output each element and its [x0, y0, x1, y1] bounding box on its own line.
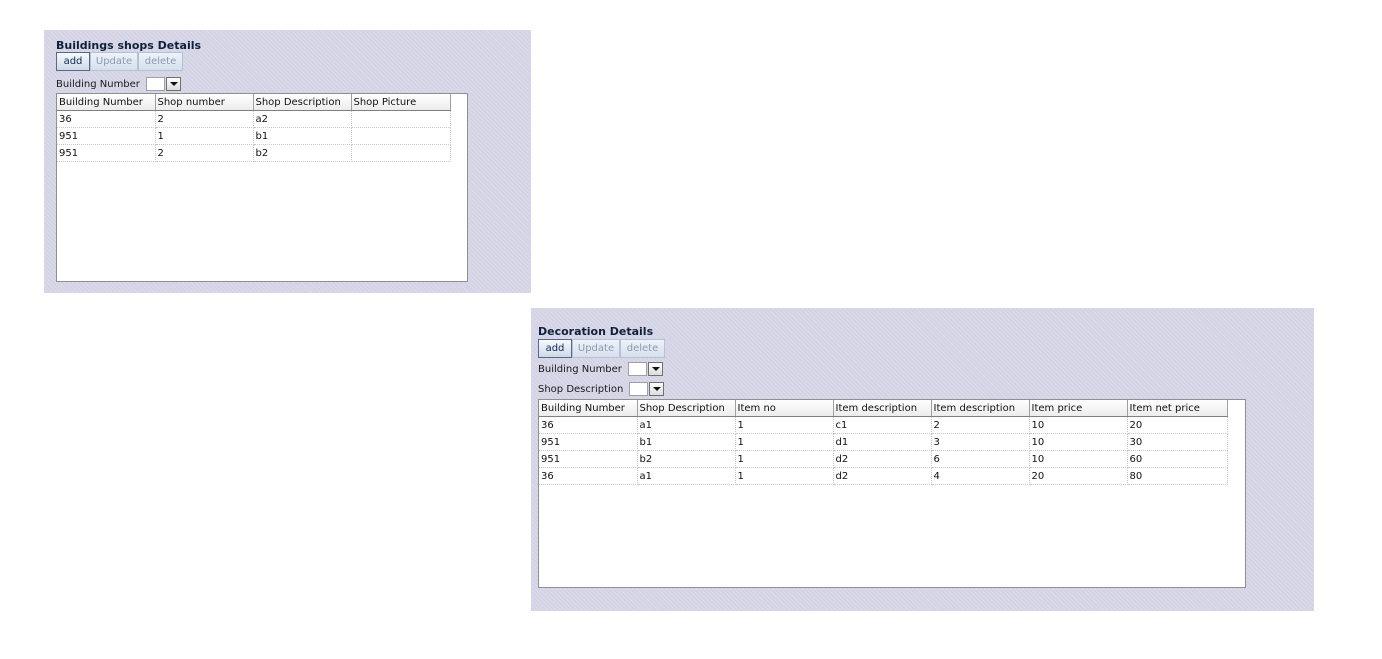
table-cell: 20 [1029, 467, 1128, 485]
delete-button[interactable]: delete [138, 52, 183, 71]
chevron-down-icon [651, 367, 660, 371]
table-cell [351, 144, 451, 162]
column-header[interactable]: Item description [931, 400, 1030, 417]
table-cell: 10 [1029, 433, 1128, 451]
table-cell: 2 [931, 416, 1030, 434]
shop-description-label: Shop Description [538, 383, 624, 395]
table-cell: 951 [539, 433, 638, 451]
table-cell: 1 [155, 127, 254, 145]
column-header[interactable]: Item price [1029, 400, 1128, 417]
column-header[interactable]: Building Number [57, 94, 156, 111]
table-cell: d2 [833, 450, 932, 468]
table-cell [351, 110, 451, 128]
table-cell: 30 [1127, 433, 1228, 451]
table-cell: 20 [1127, 416, 1228, 434]
table-cell: a1 [637, 467, 736, 485]
building-number-filter: Building Number [56, 76, 181, 92]
dropdown-button[interactable] [165, 77, 181, 91]
table-cell: a1 [637, 416, 736, 434]
buildings-shops-panel: Buildings shops Details add Update delet… [44, 30, 531, 293]
table-cell: 1 [735, 450, 834, 468]
table-cell: 10 [1029, 416, 1128, 434]
add-button[interactable]: add [56, 52, 90, 71]
table-cell: d1 [833, 433, 932, 451]
table-cell: 6 [931, 450, 1030, 468]
decoration-panel: Decoration Details add Update delete Bui… [531, 308, 1314, 611]
dropdown-button[interactable] [647, 362, 663, 376]
table-cell: 2 [155, 144, 254, 162]
add-button[interactable]: add [538, 339, 572, 358]
table-cell: 951 [57, 127, 156, 145]
table-cell: 2 [155, 110, 254, 128]
table-cell: 1 [735, 467, 834, 485]
update-button[interactable]: Update [572, 339, 620, 358]
table-row[interactable]: 951 1 b1 [57, 127, 451, 145]
table-row[interactable]: 951 b1 1 d1 3 10 30 [539, 433, 1228, 451]
table-row[interactable]: 36 a1 1 c1 2 10 20 [539, 416, 1228, 434]
table-cell: b1 [253, 127, 352, 145]
building-number-label: Building Number [538, 363, 622, 375]
table-row[interactable]: 951 b2 1 d2 6 10 60 [539, 450, 1228, 468]
delete-button[interactable]: delete [620, 339, 665, 358]
shops-table[interactable]: Building Number Shop number Shop Descrip… [56, 93, 468, 282]
table-cell: 36 [539, 467, 638, 485]
update-button[interactable]: Update [90, 52, 138, 71]
shop-description-select-field[interactable] [629, 382, 649, 396]
column-header[interactable]: Building Number [539, 400, 638, 417]
table-cell: b1 [637, 433, 736, 451]
table-cell: 60 [1127, 450, 1228, 468]
table-cell: 951 [539, 450, 638, 468]
building-number-select[interactable] [627, 362, 663, 376]
column-header[interactable]: Item no [735, 400, 834, 417]
table-header-row: Building Number Shop number Shop Descrip… [57, 94, 451, 111]
table-row[interactable]: 36 a1 1 d2 4 20 80 [539, 467, 1228, 485]
shops-toolbar: add Update delete [56, 52, 183, 71]
column-header[interactable]: Item net price [1127, 400, 1228, 417]
table-cell: 36 [539, 416, 638, 434]
table-cell: 1 [735, 416, 834, 434]
table-row[interactable]: 36 2 a2 [57, 110, 451, 128]
column-header[interactable]: Shop Picture [351, 94, 451, 111]
decoration-table[interactable]: Building Number Shop Description Item no… [538, 399, 1246, 588]
table-cell: a2 [253, 110, 352, 128]
column-header[interactable]: Shop Description [637, 400, 736, 417]
table-cell: 80 [1127, 467, 1228, 485]
chevron-down-icon [653, 387, 662, 391]
decoration-toolbar: add Update delete [538, 339, 665, 358]
building-number-select[interactable] [145, 77, 181, 91]
column-header[interactable]: Shop Description [253, 94, 352, 111]
table-cell: b2 [637, 450, 736, 468]
panel-title: Buildings shops Details [56, 39, 202, 52]
building-number-select-field[interactable] [627, 362, 647, 376]
shop-description-filter: Shop Description [538, 381, 665, 397]
table-cell: 10 [1029, 450, 1128, 468]
table-cell: 36 [57, 110, 156, 128]
table-cell: d2 [833, 467, 932, 485]
table-cell: 4 [931, 467, 1030, 485]
table-cell: 1 [735, 433, 834, 451]
panel-title: Decoration Details [538, 325, 654, 338]
building-number-label: Building Number [56, 78, 140, 90]
building-number-select-field[interactable] [145, 77, 165, 91]
column-header[interactable]: Item description [833, 400, 932, 417]
chevron-down-icon [169, 82, 178, 86]
building-number-filter: Building Number [538, 361, 663, 377]
table-header-row: Building Number Shop Description Item no… [539, 400, 1228, 417]
table-row[interactable]: 951 2 b2 [57, 144, 451, 162]
table-cell: c1 [833, 416, 932, 434]
dropdown-button[interactable] [649, 382, 665, 396]
shop-description-select[interactable] [629, 382, 665, 396]
column-header[interactable]: Shop number [155, 94, 254, 111]
table-cell: 3 [931, 433, 1030, 451]
table-cell [351, 127, 451, 145]
table-cell: b2 [253, 144, 352, 162]
table-cell: 951 [57, 144, 156, 162]
